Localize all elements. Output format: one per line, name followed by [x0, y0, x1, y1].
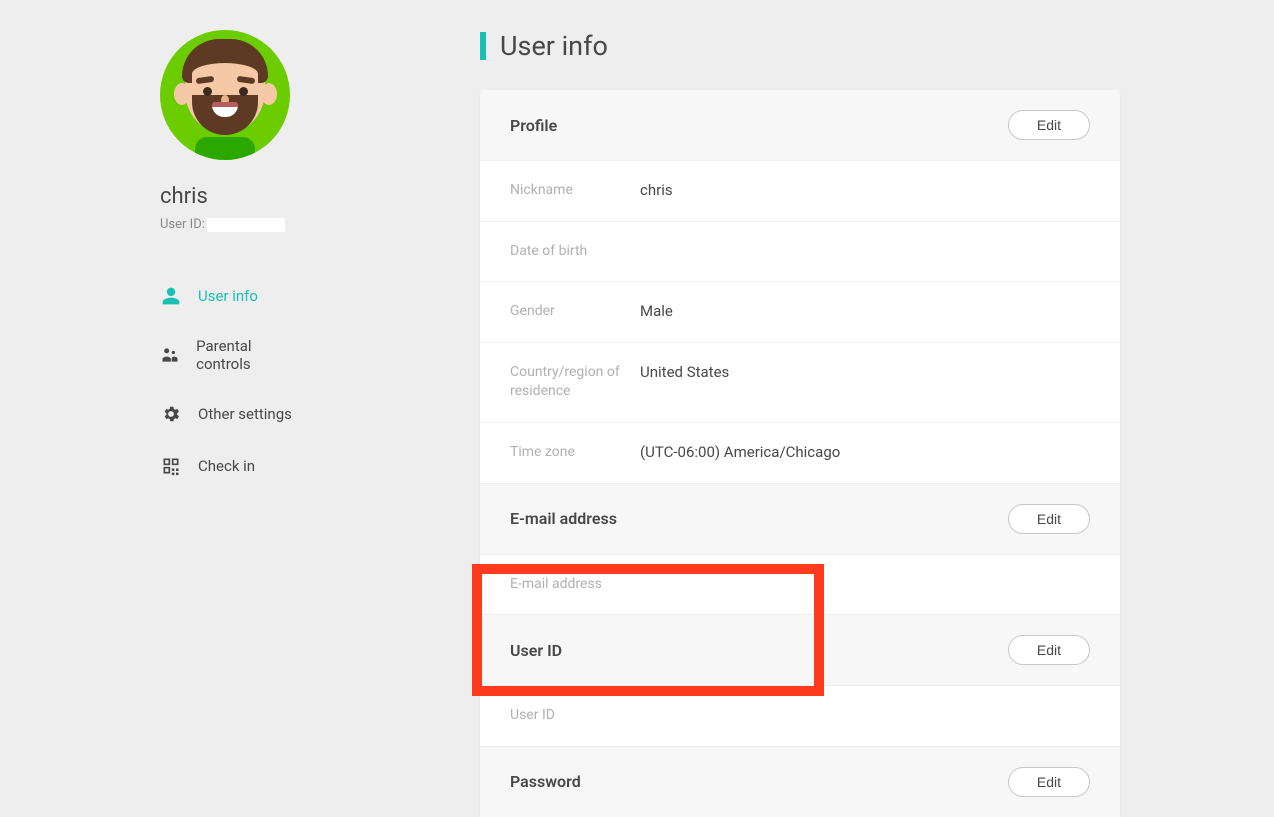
value-nickname: chris	[640, 181, 673, 201]
nav-check-in[interactable]: Check in	[160, 440, 300, 492]
nav-label: Parental controls	[196, 337, 300, 373]
avatar	[160, 30, 290, 160]
main-content: User info Profile Edit Nickname chris Da…	[330, 30, 1120, 817]
value-country: United States	[640, 363, 729, 402]
section-head-userid: User ID Edit	[480, 614, 1120, 685]
sidebar-userid: User ID:	[160, 217, 300, 232]
nav-label: Other settings	[198, 405, 292, 423]
edit-profile-button[interactable]: Edit	[1008, 110, 1090, 140]
edit-userid-button[interactable]: Edit	[1008, 635, 1090, 665]
qr-icon	[160, 455, 182, 477]
label-email: E-mail address	[510, 575, 640, 595]
row-email: E-mail address	[480, 554, 1120, 615]
sidebar: chris User ID: User info Parental contro…	[0, 30, 330, 817]
section-head-password: Password Edit	[480, 746, 1120, 817]
section-title-userid: User ID	[510, 641, 562, 660]
gear-icon	[160, 403, 182, 425]
row-userid: User ID	[480, 685, 1120, 746]
nav-other-settings[interactable]: Other settings	[160, 388, 300, 440]
row-dob: Date of birth	[480, 221, 1120, 282]
label-gender: Gender	[510, 302, 640, 322]
nav-parental-controls[interactable]: Parental controls	[160, 322, 300, 388]
edit-email-button[interactable]: Edit	[1008, 504, 1090, 534]
edit-password-button[interactable]: Edit	[1008, 767, 1090, 797]
label-country: Country/region of residence	[510, 363, 640, 402]
label-nickname: Nickname	[510, 181, 640, 201]
row-nickname: Nickname chris	[480, 160, 1120, 221]
row-country: Country/region of residence United State…	[480, 342, 1120, 422]
label-dob: Date of birth	[510, 242, 640, 262]
label-userid: User ID	[510, 706, 640, 726]
section-title-password: Password	[510, 772, 581, 791]
sidebar-nav: User info Parental controls Other settin…	[160, 270, 300, 492]
value-timezone: (UTC-06:00) America/Chicago	[640, 443, 840, 463]
mii-avatar-icon	[178, 39, 273, 160]
label-timezone: Time zone	[510, 443, 640, 463]
section-title-email: E-mail address	[510, 509, 617, 528]
settings-card: Profile Edit Nickname chris Date of birt…	[480, 90, 1120, 817]
sidebar-userid-value	[207, 218, 285, 232]
section-head-profile: Profile Edit	[480, 90, 1120, 160]
row-timezone: Time zone (UTC-06:00) America/Chicago	[480, 422, 1120, 483]
parental-icon	[160, 344, 180, 366]
person-icon	[160, 285, 182, 307]
section-title-profile: Profile	[510, 116, 557, 135]
nav-label: User info	[198, 287, 258, 305]
nav-label: Check in	[198, 457, 255, 475]
sidebar-username: chris	[160, 184, 300, 209]
value-gender: Male	[640, 302, 673, 322]
nav-user-info[interactable]: User info	[160, 270, 300, 322]
row-gender: Gender Male	[480, 281, 1120, 342]
section-head-email: E-mail address Edit	[480, 483, 1120, 554]
page-title: User info	[480, 30, 1120, 62]
